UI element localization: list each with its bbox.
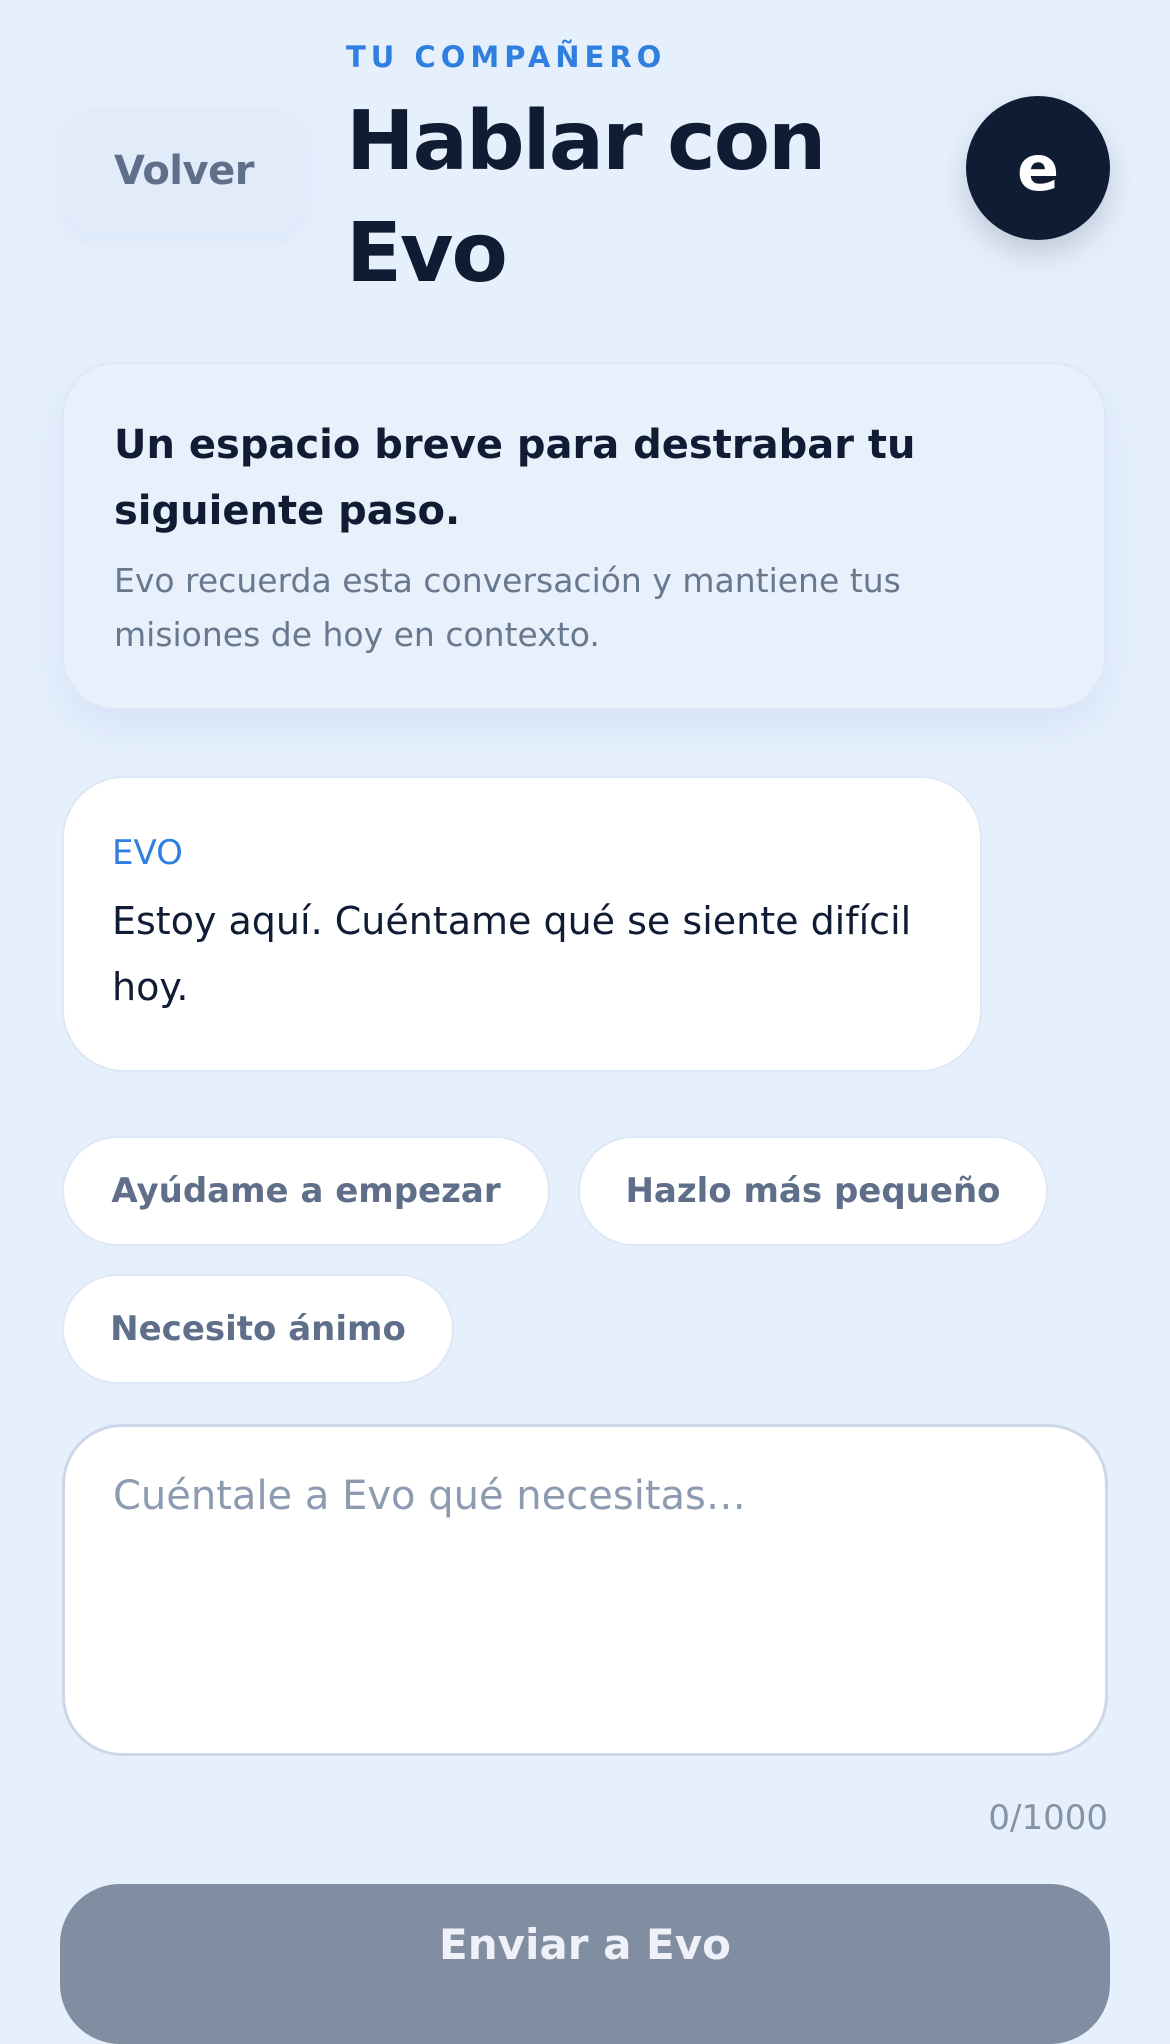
- assistant-message-bubble: EVO Estoy aquí. Cuéntame qué se siente d…: [62, 776, 982, 1072]
- intro-subtext: Evo recuerda esta conversación y mantien…: [114, 561, 901, 654]
- message-text: Estoy aquí. Cuéntame qué se siente difíc…: [112, 899, 912, 1009]
- character-counter: 0/1000: [988, 1798, 1108, 1838]
- avatar-letter: e: [1016, 131, 1060, 205]
- message-input[interactable]: [62, 1424, 1108, 1756]
- back-button[interactable]: Volver: [62, 110, 306, 232]
- message-sender: EVO: [112, 833, 183, 873]
- avatar[interactable]: e: [966, 96, 1110, 240]
- page-eyebrow: TU COMPAÑERO: [346, 40, 667, 74]
- quick-reply-help-start[interactable]: Ayúdame a empezar: [62, 1136, 550, 1246]
- send-button-label: Enviar a Evo: [439, 1920, 731, 1969]
- quick-reply-make-smaller[interactable]: Hazlo más pequeño: [578, 1136, 1048, 1246]
- intro-heading: Un espacio breve para destrabar tu sigui…: [114, 422, 916, 534]
- intro-card: Un espacio breve para destrabar tu sigui…: [62, 362, 1106, 710]
- quick-reply-need-encouragement[interactable]: Necesito ánimo: [62, 1274, 454, 1384]
- send-button[interactable]: Enviar a Evo: [60, 1884, 1110, 2044]
- page-title: Hablar con Evo: [346, 94, 826, 301]
